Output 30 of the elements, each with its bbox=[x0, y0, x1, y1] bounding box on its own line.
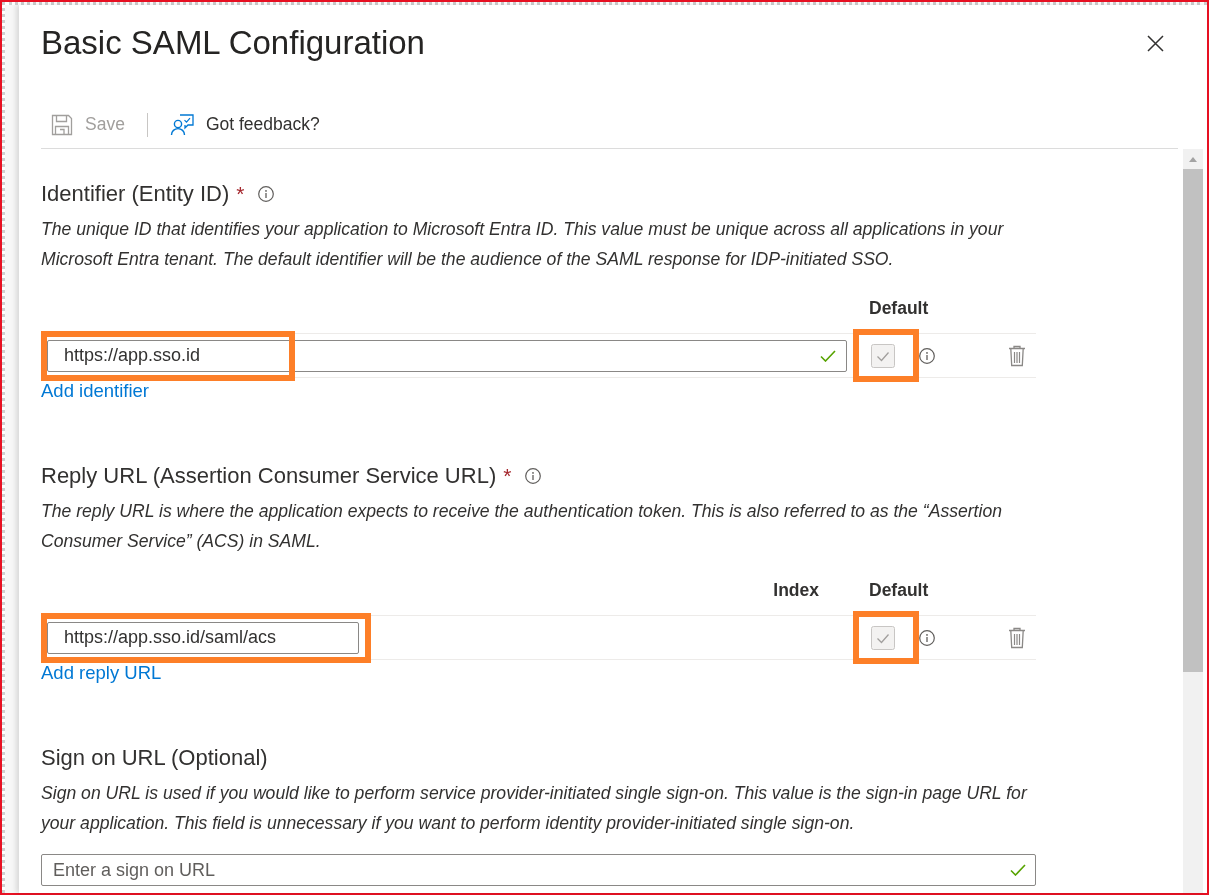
info-icon[interactable] bbox=[258, 186, 275, 202]
url-field[interactable]: Enter a sign on URL bbox=[41, 854, 1036, 886]
panel-title: Basic SAML Configuration bbox=[41, 23, 425, 63]
trash-icon[interactable] bbox=[1008, 344, 1026, 367]
required-asterisk: * bbox=[503, 463, 512, 489]
section-heading: Sign on URL (Optional) bbox=[41, 744, 268, 772]
section-heading: Identifier (Entity ID) bbox=[41, 180, 230, 208]
close-icon bbox=[1147, 35, 1164, 52]
close-button[interactable] bbox=[1147, 35, 1164, 52]
url-field[interactable]: https://app.sso.id/saml/acs bbox=[47, 621, 359, 654]
url-field[interactable]: https://app.sso.id bbox=[47, 339, 847, 372]
save-icon bbox=[51, 113, 73, 136]
section-description: The reply URL is where the application expects to receive the authentication token. This is also referred to as the “Assertion Consumer Service” (ACS) in SAML. bbox=[41, 500, 1003, 553]
column-header: Default bbox=[869, 580, 929, 600]
section-heading: Reply URL (Assertion Consumer Service URL) bbox=[41, 462, 497, 490]
feedback-button[interactable]: Got feedback? bbox=[159, 111, 320, 138]
scrollbar-thumb[interactable] bbox=[1183, 169, 1203, 672]
section-description: Sign on URL is used if you would like to perform service provider-initiated single sign-on. This value is the sign-in page URL for your application. This field is unnecessary if you want to perform identity provider-initiated single sign-on. bbox=[41, 782, 1029, 835]
add-link[interactable]: Add identifier bbox=[41, 379, 149, 403]
feedback-icon bbox=[169, 113, 194, 136]
info-icon[interactable] bbox=[919, 347, 935, 364]
section-description: The unique ID that identifies your application to Microsoft Entra ID. This value must be unique across all applications in your Microsoft Entra tenant. The default identifier will be the audience of the SAML response for IDP-initiated SSO. bbox=[41, 218, 1005, 271]
scrollbar-track[interactable] bbox=[1183, 149, 1203, 893]
column-header: Default bbox=[869, 298, 929, 318]
trash-icon[interactable] bbox=[1008, 626, 1026, 649]
info-icon[interactable] bbox=[525, 468, 542, 484]
add-link[interactable]: Add reply URL bbox=[41, 661, 162, 685]
required-asterisk: * bbox=[236, 181, 245, 207]
column-header: Index bbox=[773, 579, 819, 602]
info-icon[interactable] bbox=[919, 629, 935, 646]
